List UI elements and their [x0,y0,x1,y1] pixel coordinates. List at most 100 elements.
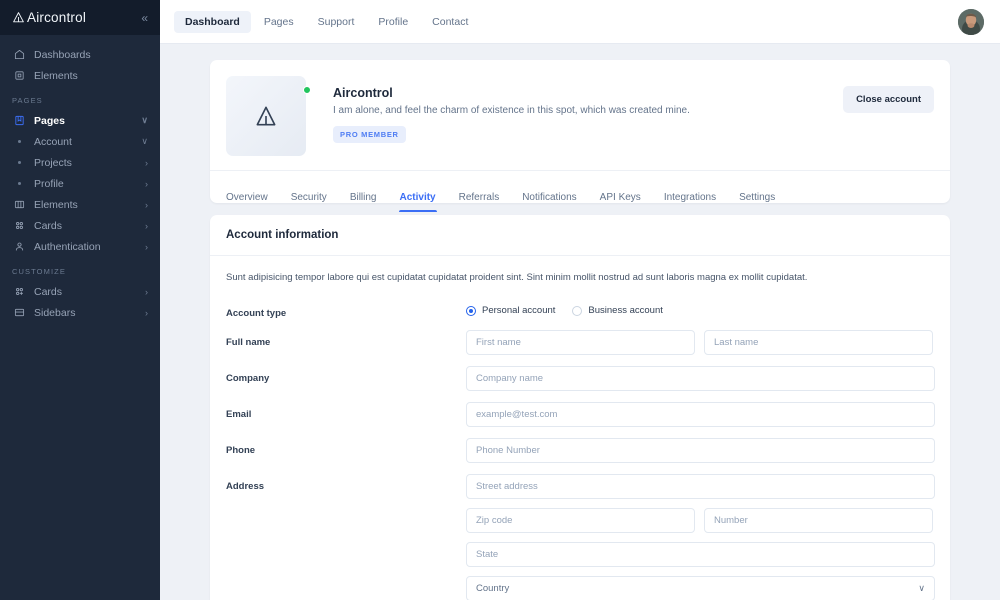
sidebar-icon [12,306,26,320]
sidebar-section-customize-title: CUSTOMIZE [0,257,160,281]
sidebar-item-profile[interactable]: Profile › [0,173,160,194]
chevron-right-icon: › [145,242,148,252]
account-information-intro: Sunt adipisicing tempor labore qui est c… [226,272,934,283]
top-nav-support[interactable]: Support [307,11,366,33]
address-fields: Street address Zip code Number State Cou… [466,474,934,600]
radio-unselected-icon [572,306,582,316]
sidebar-item-customize-cards[interactable]: Cards › [0,281,160,302]
sidebar-nav: Dashboards Elements PAGES Pages ∨ Accoun… [0,35,160,323]
aircontrol-logo-icon [12,11,25,24]
sidebar-item-label: Profile [34,178,145,190]
sidebar-item-sidebars[interactable]: Sidebars › [0,302,160,323]
chevron-right-icon: › [145,200,148,210]
label-account-type: Account type [226,301,466,319]
chevron-right-icon: › [145,287,148,297]
sidebar-item-label: Pages [34,115,141,127]
number-input[interactable]: Number [704,508,933,533]
radio-selected-icon [466,306,476,316]
chevron-down-icon: ∨ [918,583,925,594]
status-badge-online [303,86,311,94]
chip-icon [12,69,26,83]
sidebar-item-cards[interactable]: Cards › [0,215,160,236]
row-account-type: Account type Personal account Business a… [226,301,934,319]
main-area: Dashboard Pages Support Profile Contact [160,0,1000,600]
grid-dots-icon [12,219,26,233]
sidebar-item-authentication[interactable]: Authentication › [0,236,160,257]
label-address: Address [226,474,466,492]
sidebar-item-label: Projects [34,157,145,169]
user-icon [12,240,26,254]
top-nav-profile[interactable]: Profile [367,11,419,33]
top-nav-contact[interactable]: Contact [421,11,479,33]
columns-icon [12,198,26,212]
profile-header: Aircontrol I am alone, and feel the char… [210,60,950,170]
top-nav-pages[interactable]: Pages [253,11,305,33]
profile-actions: Close account [843,76,934,156]
label-phone: Phone [226,438,466,456]
company-name-input[interactable]: Company name [466,366,935,391]
top-navigation-bar: Dashboard Pages Support Profile Contact [160,0,1000,44]
country-select-value: Country [476,583,509,594]
tab-referrals[interactable]: Referrals [459,192,500,212]
email-input[interactable]: example@test.com [466,402,935,427]
state-input[interactable]: State [466,542,935,567]
sidebar-item-dashboards[interactable]: Dashboards [0,44,160,65]
company-fields: Company name [466,366,934,391]
tab-overview[interactable]: Overview [226,192,268,212]
full-name-fields: First name Last name [466,330,934,355]
chevron-down-icon: ∨ [141,136,148,147]
brand-group: Aircontrol [12,10,86,25]
first-name-input[interactable]: First name [466,330,695,355]
sidebar-item-projects[interactable]: Projects › [0,152,160,173]
sidebar-item-label: Authentication [34,241,145,253]
chevron-down-icon: ∨ [141,115,148,126]
country-select[interactable]: Country ∨ [466,576,935,600]
row-company: Company Company name [226,366,934,391]
zip-code-input[interactable]: Zip code [466,508,695,533]
sidebar-item-account[interactable]: Account ∨ [0,131,160,152]
account-information-heading: Account information [210,215,950,256]
sidebar: Aircontrol « Dashboards Elements PAGES [0,0,160,600]
top-nav-links: Dashboard Pages Support Profile Contact [174,11,479,33]
tab-activity[interactable]: Activity [400,192,436,212]
email-fields: example@test.com [466,402,934,427]
close-account-button[interactable]: Close account [843,86,934,113]
sidebar-item-label: Cards [34,220,145,232]
radio-business-account[interactable]: Business account [572,305,662,316]
tab-notifications[interactable]: Notifications [522,192,576,212]
home-icon [12,48,26,62]
row-email: Email example@test.com [226,402,934,427]
sidebar-item-elements[interactable]: Elements › [0,194,160,215]
pro-member-badge: PRO MEMBER [333,126,406,143]
sidebar-brand: Aircontrol « [0,0,160,35]
tab-security[interactable]: Security [291,192,327,212]
radio-group-account-type: Personal account Business account [466,301,663,316]
account-type-options: Personal account Business account [466,301,934,316]
radio-label: Business account [588,305,662,316]
sidebar-item-label: Account [34,136,141,148]
sidebar-item-elements-top[interactable]: Elements [0,65,160,86]
last-name-input[interactable]: Last name [704,330,933,355]
label-full-name: Full name [226,330,466,348]
street-address-input[interactable]: Street address [466,474,935,499]
tab-settings[interactable]: Settings [739,192,775,212]
tab-integrations[interactable]: Integrations [664,192,716,212]
avatar-wrapper[interactable] [958,9,984,35]
tab-billing[interactable]: Billing [350,192,377,212]
sidebar-collapse-icon[interactable]: « [141,12,148,24]
phone-input[interactable]: Phone Number [466,438,935,463]
profile-info: Aircontrol I am alone, and feel the char… [306,76,843,156]
radio-personal-account[interactable]: Personal account [466,305,555,316]
sidebar-item-label: Cards [34,286,145,298]
row-full-name: Full name First name Last name [226,330,934,355]
chevron-right-icon: › [145,179,148,189]
sidebar-item-pages[interactable]: Pages ∨ [0,110,160,131]
label-company: Company [226,366,466,384]
brand-name: Aircontrol [27,10,86,25]
chevron-right-icon: › [145,308,148,318]
tab-api-keys[interactable]: API Keys [600,192,641,212]
top-nav-dashboard[interactable]: Dashboard [174,11,251,33]
profile-card: Aircontrol I am alone, and feel the char… [210,60,950,203]
user-avatar[interactable] [958,9,984,35]
profile-avatar[interactable] [226,76,306,156]
